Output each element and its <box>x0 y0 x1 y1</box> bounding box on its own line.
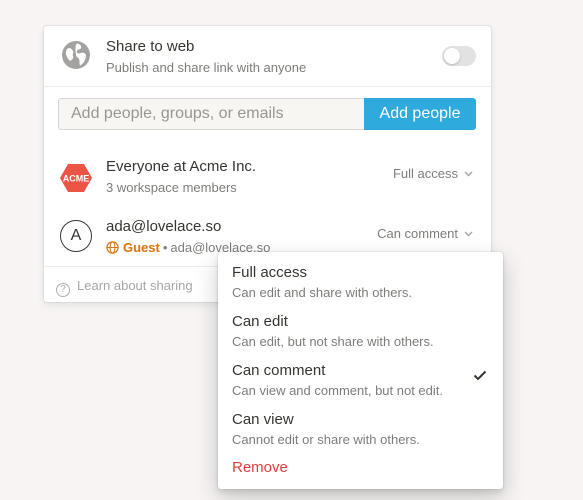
permission-menu: Full access Can edit and share with othe… <box>218 252 503 489</box>
separator-dot: • <box>162 240 168 255</box>
acme-badge-icon: ACME <box>60 164 92 192</box>
menu-item-description: Can edit and share with others. <box>232 285 412 300</box>
menu-item-description: Cannot edit or share with others. <box>232 432 420 447</box>
member-name: ada@lovelace.so <box>106 218 222 235</box>
checkmark-icon <box>473 370 487 381</box>
menu-item-full-access[interactable]: Full access Can edit and share with othe… <box>218 252 503 300</box>
share-to-web-toggle[interactable] <box>442 46 476 66</box>
menu-item-description: Can edit, but not share with others. <box>232 334 434 349</box>
learn-about-sharing-label: Learn about sharing <box>77 278 193 293</box>
toggle-knob <box>444 48 460 64</box>
permission-label: Full access <box>392 166 458 181</box>
invite-input[interactable] <box>58 98 364 130</box>
menu-item-can-view[interactable]: Can view Cannot edit or share with other… <box>218 399 503 447</box>
learn-about-sharing-link[interactable]: ? Learn about sharing <box>56 278 193 297</box>
menu-item-title: Can comment <box>232 362 326 379</box>
permission-select-workspace[interactable]: Full access <box>393 166 473 181</box>
permission-label: Can comment <box>377 226 458 241</box>
guest-globe-icon <box>106 241 119 254</box>
question-icon: ? <box>56 283 70 297</box>
chevron-down-icon <box>464 171 473 177</box>
member-subtitle: 3 workspace members <box>106 180 237 195</box>
menu-item-can-edit[interactable]: Can edit Can edit, but not share with ot… <box>218 301 503 349</box>
avatar: A <box>60 220 92 252</box>
member-row-workspace: ACME Everyone at Acme Inc. 3 workspace m… <box>44 154 491 204</box>
share-to-web-title: Share to web <box>106 38 195 55</box>
menu-item-title: Can edit <box>232 313 288 330</box>
guest-label: Guest <box>123 240 160 255</box>
permission-select-guest[interactable]: Can comment <box>377 226 473 241</box>
menu-item-description: Can view and comment, but not edit. <box>232 383 444 398</box>
menu-item-title: Full access <box>232 264 308 281</box>
menu-item-can-comment[interactable]: Can comment Can view and comment, but no… <box>218 350 503 398</box>
chevron-down-icon <box>464 231 473 237</box>
remove-button[interactable]: Remove <box>232 459 288 476</box>
member-name: Everyone at Acme Inc. <box>106 158 257 175</box>
share-to-web-row[interactable]: Share to web Publish and share link with… <box>44 26 491 86</box>
menu-item-title: Can view <box>232 411 294 428</box>
divider <box>44 86 491 87</box>
share-to-web-subtitle: Publish and share link with anyone <box>106 60 307 75</box>
add-people-button[interactable]: Add people <box>364 98 476 130</box>
svg-text:ACME: ACME <box>63 174 90 184</box>
globe-icon <box>62 41 90 69</box>
